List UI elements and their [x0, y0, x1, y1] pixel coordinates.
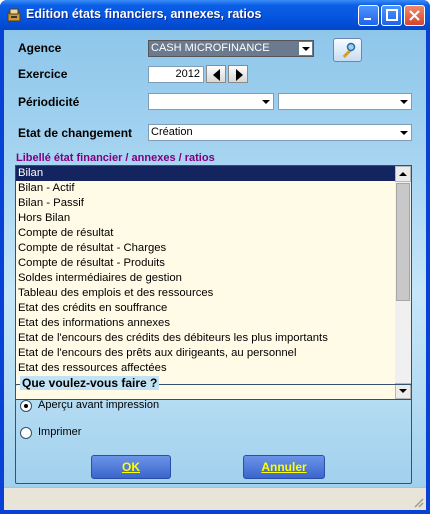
chevron-down-icon[interactable] — [299, 42, 312, 55]
etat-changement-value: Création — [151, 126, 193, 138]
next-year-button[interactable] — [228, 65, 248, 83]
print-label[interactable]: Imprimer — [38, 426, 81, 438]
dialog-window: Edition états financiers, annexes, ratio… — [0, 0, 430, 514]
list-header: Libellé état financier / annexes / ratio… — [16, 152, 215, 164]
arrow-right-icon — [236, 69, 243, 81]
list-item[interactable]: Compte de résultat — [16, 226, 411, 241]
report-list[interactable]: Bilan Bilan - Actif Bilan - Passif Hors Bil… — [15, 165, 412, 400]
list-scrollbar[interactable] — [395, 166, 411, 399]
list-item[interactable]: Etat de l'encours des crédits des débite… — [16, 331, 411, 346]
agence-value: CASH MICROFINANCE — [151, 42, 270, 54]
search-icon — [342, 42, 356, 58]
maximize-icon — [386, 9, 398, 21]
minimize-button[interactable] — [358, 5, 379, 26]
cancel-button[interactable]: Annuler — [243, 455, 325, 479]
list-item[interactable]: Tableau des emplois et des ressources — [16, 286, 411, 301]
list-item[interactable]: Bilan — [16, 166, 398, 181]
list-item[interactable]: Hors Bilan — [16, 211, 411, 226]
list-item[interactable]: Bilan - Actif — [16, 181, 411, 196]
previous-year-button[interactable] — [206, 65, 226, 83]
chevron-down-icon[interactable] — [259, 95, 272, 108]
chevron-up-icon — [399, 172, 407, 176]
agence-select[interactable]: CASH MICROFINANCE — [148, 40, 314, 57]
etat-changement-label: Etat de changement — [18, 126, 133, 140]
dialog-body: Agence CASH MICROFINANCE Exercice 2012 P… — [4, 30, 426, 510]
list-item[interactable]: Etat des crédits en souffrance — [16, 301, 411, 316]
preview-radio[interactable] — [20, 400, 32, 412]
periodicite-select[interactable] — [148, 93, 274, 110]
list-item[interactable]: Etat des ressources affectées — [16, 361, 411, 376]
list-item[interactable]: Etat de l'encours des prêts aux dirigean… — [16, 346, 411, 361]
list-item[interactable]: Compte de résultat - Charges — [16, 241, 411, 256]
resize-grip-icon[interactable] — [412, 496, 424, 508]
list-item[interactable]: Compte de résultat - Produits — [16, 256, 411, 271]
window-title: Edition états financiers, annexes, ratio… — [26, 7, 262, 21]
close-button[interactable] — [404, 5, 425, 26]
chevron-down-icon[interactable] — [397, 95, 410, 108]
search-button[interactable] — [333, 38, 362, 62]
arrow-left-icon — [213, 69, 220, 81]
scroll-thumb[interactable] — [396, 183, 410, 301]
preview-label[interactable]: Aperçu avant impression — [38, 399, 159, 411]
maximize-button[interactable] — [381, 5, 402, 26]
scroll-up-button[interactable] — [395, 166, 411, 182]
status-bar — [4, 487, 426, 510]
title-bar[interactable]: Edition états financiers, annexes, ratio… — [0, 0, 430, 30]
exercice-label: Exercice — [18, 67, 68, 81]
chevron-down-icon[interactable] — [397, 126, 410, 139]
periode-select[interactable] — [278, 93, 412, 110]
close-icon — [409, 10, 420, 21]
list-item[interactable]: Soldes intermédiaires de gestion — [16, 271, 411, 286]
agence-label: Agence — [18, 41, 62, 55]
list-item[interactable]: Bilan - Passif — [16, 196, 411, 211]
etat-changement-select[interactable]: Création — [148, 124, 412, 141]
action-group-title: Que voulez-vous faire ? — [20, 376, 160, 390]
list-item[interactable]: Etat des informations annexes — [16, 316, 411, 331]
minimize-icon — [364, 18, 371, 20]
periodicite-label: Périodicité — [18, 95, 80, 109]
exercice-input[interactable]: 2012 — [148, 66, 204, 83]
print-radio[interactable] — [20, 427, 32, 439]
app-icon — [7, 8, 21, 22]
exercice-value: 2012 — [175, 68, 200, 80]
ok-button[interactable]: OK — [91, 455, 171, 479]
